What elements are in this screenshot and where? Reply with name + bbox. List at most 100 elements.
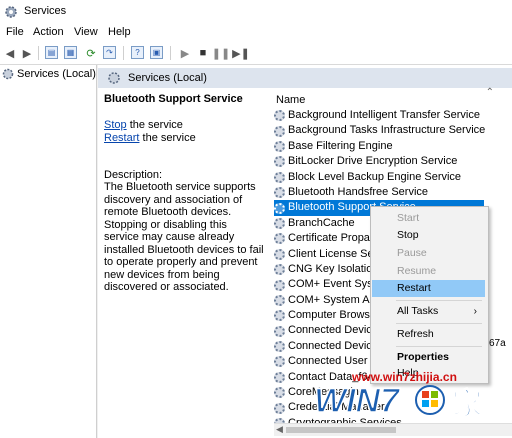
- restart-service-link[interactable]: Restart: [104, 132, 139, 144]
- description-text: The Bluetooth service supports discovery…: [104, 181, 264, 293]
- watermark: www.win7zhijia.cn WIN7 家: [312, 368, 512, 418]
- description-panel: Bluetooth Support Service Stop the servi…: [104, 93, 264, 294]
- menu-item-restart[interactable]: Restart: [372, 280, 485, 297]
- context-menu: Start Stop Pause Resume Restart All Task…: [370, 206, 489, 384]
- tree-node-label: Services (Local): [17, 68, 96, 80]
- show-tree-icon[interactable]: ▤: [45, 46, 58, 59]
- menu-item-all-tasks[interactable]: All Tasks ›: [372, 303, 485, 320]
- menu-item-properties[interactable]: Properties: [372, 349, 485, 366]
- service-gear-icon: [274, 371, 285, 383]
- console-tree: Services (Local): [0, 65, 97, 438]
- menu-separator: [396, 346, 482, 347]
- menu-item-stop[interactable]: Stop: [372, 227, 485, 244]
- column-header-name[interactable]: Name ⌃: [274, 87, 512, 109]
- service-gear-icon: [274, 387, 285, 399]
- svg-text:WIN7: WIN7: [314, 382, 401, 418]
- play-icon[interactable]: ▶: [178, 46, 192, 60]
- selected-service-name: Bluetooth Support Service: [104, 93, 243, 105]
- service-gear-icon: [274, 125, 285, 137]
- toolbar-divider: [38, 46, 39, 60]
- menu-file[interactable]: File: [6, 26, 24, 38]
- menu-separator: [396, 300, 482, 301]
- service-gear-icon: [274, 279, 285, 291]
- service-row[interactable]: Background Tasks Infrastructure Service: [274, 123, 512, 138]
- service-name: BitLocker Drive Encryption Service: [288, 155, 458, 168]
- service-gear-icon: [274, 402, 285, 414]
- service-gear-icon: [274, 140, 285, 152]
- properties-sheet-icon[interactable]: ▦: [64, 46, 77, 59]
- service-name: Bluetooth Handsfree Service: [288, 185, 429, 198]
- service-gear-icon: [274, 248, 285, 260]
- service-name: Background Tasks Infrastructure Service: [288, 124, 486, 137]
- export-list-icon[interactable]: ↷: [103, 46, 116, 59]
- services-header-icon: [108, 72, 120, 84]
- column-name-label: Name: [276, 94, 306, 106]
- menu-item-resume[interactable]: Resume: [372, 263, 485, 280]
- service-gear-icon: [274, 202, 285, 214]
- service-gear-icon: [274, 156, 285, 168]
- sort-arrow-icon: ⌃: [485, 87, 494, 98]
- window-title: Services: [24, 5, 67, 17]
- service-name: CNG Key Isolation: [288, 262, 379, 275]
- service-gear-icon: [274, 310, 285, 322]
- service-name: Background Intelligent Transfer Service: [288, 109, 480, 121]
- service-gear-icon: [274, 356, 285, 368]
- service-gear-icon: [274, 217, 285, 229]
- forward-arrow-icon[interactable]: ▶: [20, 46, 34, 60]
- menu-separator: [396, 323, 482, 324]
- title-bar: Services: [0, 0, 512, 24]
- service-row[interactable]: Block Level Backup Engine Service: [274, 170, 512, 185]
- restart-icon[interactable]: ▶❚: [232, 46, 250, 60]
- menu-bar: File Action View Help: [0, 24, 512, 42]
- service-gear-icon: [274, 294, 285, 306]
- service-name: BranchCache: [288, 216, 355, 229]
- service-name: Base Filtering Engine: [288, 139, 393, 152]
- stop-link-suffix: the service: [126, 119, 183, 131]
- menu-view[interactable]: View: [74, 26, 98, 38]
- toolbar: ◀ ▶ ▤ ▦ ⟳ ↷ ? ▣ ▶ ■ ❚❚ ▶❚: [0, 42, 512, 65]
- service-gear-icon: [274, 171, 285, 183]
- pane-header: Services (Local): [98, 68, 512, 88]
- service-name: Block Level Backup Engine Service: [288, 170, 462, 183]
- service-gear-icon: [274, 233, 285, 245]
- service-gear-icon: [274, 325, 285, 337]
- services-app-icon: [5, 6, 17, 18]
- menu-item-start[interactable]: Start: [372, 210, 485, 227]
- help-icon[interactable]: ?: [131, 46, 144, 59]
- service-name: Computer Browser: [288, 309, 380, 322]
- all-tasks-label: All Tasks: [397, 305, 439, 317]
- win7-logo-icon: WIN7 家: [313, 381, 482, 418]
- truncated-column-text: 67a: [489, 338, 506, 349]
- menu-item-refresh[interactable]: Refresh: [372, 326, 485, 343]
- pause-icon[interactable]: ❚❚: [212, 46, 230, 60]
- submenu-arrow-icon: ›: [473, 306, 477, 317]
- restart-link-suffix: the service: [139, 132, 196, 144]
- refresh-icon[interactable]: ⟳: [84, 46, 98, 60]
- menu-action[interactable]: Action: [33, 26, 64, 38]
- service-row[interactable]: Base Filtering Engine: [274, 139, 512, 154]
- stop-icon[interactable]: ■: [196, 46, 210, 60]
- stop-service-link[interactable]: Stop: [104, 119, 127, 131]
- menu-item-pause[interactable]: Pause: [372, 245, 485, 262]
- svg-text:家: 家: [452, 387, 482, 418]
- horizontal-scrollbar[interactable]: ◀: [274, 423, 512, 436]
- scroll-left-icon[interactable]: ◀: [276, 424, 283, 435]
- menu-help[interactable]: Help: [108, 26, 131, 38]
- service-gear-icon: [274, 110, 285, 122]
- service-gear-icon: [274, 264, 285, 276]
- pane-header-title: Services (Local): [128, 72, 207, 84]
- service-row[interactable]: Background Intelligent Transfer Service: [274, 108, 512, 123]
- description-label: Description:: [104, 169, 163, 181]
- service-row[interactable]: Bluetooth Handsfree Service: [274, 185, 512, 200]
- service-gear-icon: [274, 341, 285, 353]
- scroll-thumb[interactable]: [286, 427, 396, 433]
- back-arrow-icon[interactable]: ◀: [3, 46, 17, 60]
- service-actions: Stop the service Restart the service: [104, 119, 264, 145]
- toolbar-divider: [170, 46, 171, 60]
- tree-node-services-local[interactable]: Services (Local): [2, 68, 96, 80]
- service-row[interactable]: BitLocker Drive Encryption Service: [274, 154, 512, 169]
- services-node-icon: [2, 68, 14, 80]
- toolbar-divider: [123, 46, 124, 60]
- console-icon[interactable]: ▣: [150, 46, 163, 59]
- service-gear-icon: [274, 187, 285, 199]
